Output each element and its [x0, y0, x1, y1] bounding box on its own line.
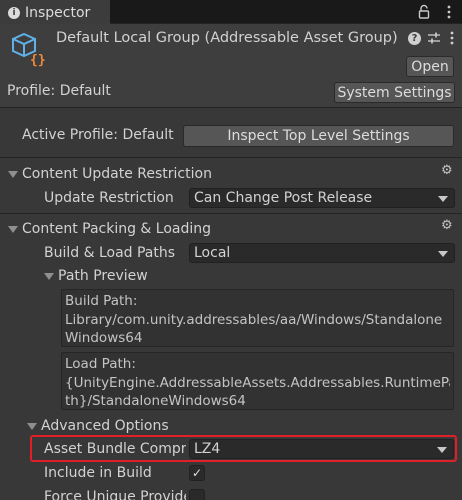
update-restriction-value: Can Change Post Release — [194, 190, 373, 206]
object-title: Default Local Group (Addressable Asset G… — [56, 30, 398, 46]
build-load-paths-label: Build & Load Paths — [44, 245, 176, 261]
load-path-heading: Load Path: — [65, 356, 136, 372]
help-icon[interactable]: ? — [408, 32, 421, 45]
asset-bundle-compression-label: Asset Bundle Compression — [44, 441, 186, 457]
checkmark-icon: ✓ — [191, 466, 203, 480]
profile-label: Profile: Default — [7, 83, 111, 99]
asset-bundle-compression-value: LZ4 — [194, 441, 221, 457]
tab-inspector[interactable]: i Inspector — [0, 0, 110, 25]
content-packing-title: Content Packing & Loading — [22, 221, 212, 237]
load-path-line1: {UnityEngine.AddressableAssets.Addressab… — [65, 374, 450, 391]
include-in-build-checkbox[interactable]: ✓ — [189, 465, 205, 481]
svg-text:{}: {} — [30, 53, 46, 67]
load-path-line2: th}/StandaloneWindows64 — [65, 393, 246, 409]
build-path-preview: Build Path: Library/com.unity.addressabl… — [61, 289, 454, 347]
content-update-title: Content Update Restriction — [22, 166, 212, 182]
inspect-top-level-settings-button[interactable]: Inspect Top Level Settings — [183, 125, 454, 147]
content-packing-foldout[interactable]: Content Packing & Loading — [8, 221, 211, 237]
force-unique-provider-label: Force Unique Provider — [44, 489, 186, 500]
update-restriction-dropdown[interactable]: Can Change Post Release — [189, 188, 455, 208]
foldout-arrow-icon — [27, 422, 37, 430]
content-packing-settings-icon[interactable]: ⚙ — [441, 218, 453, 233]
asset-bundle-compression-dropdown[interactable]: LZ4 — [189, 439, 454, 459]
system-settings-button[interactable]: System Settings — [334, 82, 455, 103]
advanced-options-foldout[interactable]: Advanced Options — [27, 418, 169, 434]
force-unique-provider-checkbox[interactable] — [189, 489, 205, 500]
include-in-build-label: Include in Build — [44, 465, 152, 481]
build-load-paths-value: Local — [194, 245, 231, 261]
tab-inspector-label: Inspector — [25, 4, 91, 21]
lock-icon[interactable] — [418, 4, 430, 19]
dropdown-arrow-icon — [437, 447, 447, 453]
content-update-foldout[interactable]: Content Update Restriction — [8, 166, 212, 182]
foldout-arrow-icon — [44, 272, 54, 280]
path-preview-foldout[interactable]: Path Preview — [44, 268, 148, 284]
dropdown-arrow-icon — [438, 251, 448, 257]
content-update-settings-icon[interactable]: ⚙ — [441, 163, 453, 178]
divider — [0, 213, 462, 214]
foldout-arrow-icon — [8, 170, 18, 178]
advanced-options-label: Advanced Options — [41, 418, 169, 434]
dropdown-arrow-icon — [438, 196, 448, 202]
open-button[interactable]: Open — [406, 56, 454, 77]
build-load-paths-dropdown[interactable]: Local — [189, 243, 455, 263]
build-path-heading: Build Path: — [65, 293, 138, 309]
foldout-arrow-icon — [8, 225, 18, 233]
preset-icon[interactable] — [427, 31, 441, 45]
load-path-preview: Load Path: {UnityEngine.AddressableAsset… — [61, 352, 454, 410]
info-icon: i — [8, 6, 20, 19]
path-preview-label: Path Preview — [58, 268, 148, 284]
header-menu-icon[interactable] — [449, 30, 455, 46]
tab-menu-icon[interactable] — [446, 4, 452, 20]
update-restriction-label: Update Restriction — [44, 190, 174, 206]
addressable-group-icon: {} — [10, 31, 46, 68]
divider — [0, 157, 462, 158]
active-profile-label: Active Profile: Default — [22, 127, 174, 143]
build-path-line1: Library/com.unity.addressables/aa/Window… — [65, 311, 443, 328]
build-path-line2: Windows64 — [65, 330, 143, 346]
